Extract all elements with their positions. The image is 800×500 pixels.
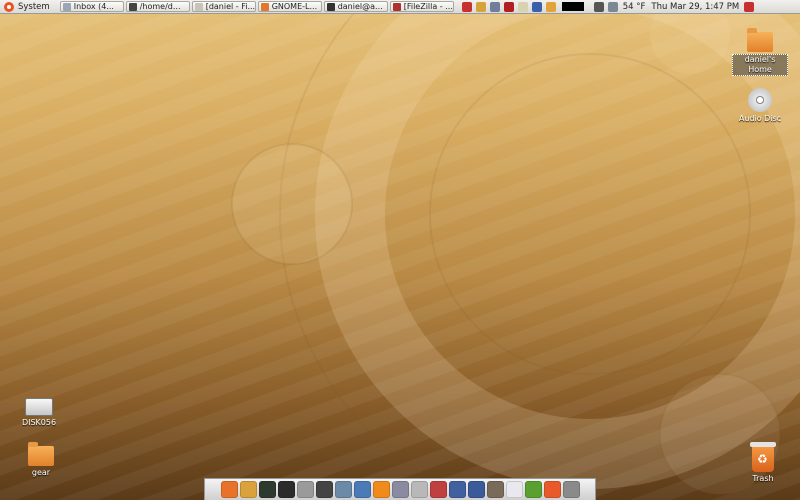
tux-icon[interactable] <box>277 481 295 498</box>
signal-tray-icon[interactable] <box>531 1 542 12</box>
home-folder-label: daniel's Home <box>732 54 788 76</box>
help-icon[interactable] <box>543 481 561 498</box>
file-manager-icon <box>194 2 203 11</box>
desktop-wallpaper <box>0 14 800 500</box>
status-icons <box>592 0 620 14</box>
mail-icon <box>62 2 71 11</box>
gimp-tray-icon[interactable] <box>475 1 486 12</box>
gear-folder-desktop-icon[interactable]: gear <box>13 442 69 478</box>
gimp-icon[interactable] <box>239 481 257 498</box>
trash-icon <box>750 442 776 472</box>
ubuntu-logo-icon <box>4 1 14 12</box>
weather-cloud-tray-icon[interactable] <box>545 1 556 12</box>
gear-folder-icon <box>28 442 54 466</box>
magnifier-tray-icon[interactable] <box>489 1 500 12</box>
top-panel: System Inbox (4... /home/d... [daniel - Fi… <box>0 0 800 14</box>
vlc-icon[interactable] <box>372 481 390 498</box>
audio-disc-icon <box>748 88 772 112</box>
document-icon[interactable] <box>505 481 523 498</box>
network-tray-icon[interactable] <box>607 1 618 12</box>
monitor-icon[interactable] <box>467 481 485 498</box>
power-icon[interactable] <box>744 1 755 12</box>
taskbar-button[interactable]: [FileZilla - ... <box>389 1 454 12</box>
hard-drive-icon <box>25 398 53 416</box>
gimp-wilber-icon[interactable] <box>486 481 504 498</box>
system-menu[interactable]: System <box>0 0 54 14</box>
inkscape-icon[interactable] <box>315 481 333 498</box>
taskbar-button-label: daniel@a... <box>337 2 383 11</box>
trash-label: Trash <box>752 474 774 483</box>
notes-tray-icon[interactable] <box>517 1 528 12</box>
taskbar-button-label: [daniel - Fi... <box>205 2 256 11</box>
battery-tray-icon[interactable] <box>593 1 604 12</box>
taskbar-button-label: GNOME-L... <box>271 2 318 11</box>
disk-label: DISK056 <box>21 418 57 427</box>
application-dock <box>204 478 596 500</box>
firefox-icon[interactable] <box>220 481 238 498</box>
clock-icon[interactable] <box>410 481 428 498</box>
script-icon[interactable] <box>296 481 314 498</box>
disk-desktop-icon[interactable]: DISK056 <box>11 398 67 428</box>
gear-folder-label: gear <box>31 468 51 477</box>
taskbar-button[interactable]: GNOME-L... <box>257 1 322 12</box>
black-applet[interactable] <box>561 2 584 11</box>
home-folder-icon <box>747 28 773 52</box>
notification-area <box>460 0 558 14</box>
globe-icon[interactable] <box>353 481 371 498</box>
taskbar-button[interactable]: /home/d... <box>125 1 190 12</box>
taskbar-button[interactable]: daniel@a... <box>323 1 388 12</box>
ruby-tray-icon[interactable] <box>503 1 514 12</box>
pen-icon[interactable] <box>448 481 466 498</box>
taskbar-button[interactable]: Inbox (4... <box>59 1 124 12</box>
terminal-icon <box>326 2 335 11</box>
filezilla-icon <box>392 2 401 11</box>
settings-icon[interactable] <box>562 481 580 498</box>
system-menu-label: System <box>18 1 50 12</box>
taskbar-button-label: Inbox (4... <box>73 2 114 11</box>
terminal-icon[interactable] <box>258 481 276 498</box>
audio-disc-desktop-icon[interactable]: Audio Disc <box>732 88 788 124</box>
audio-disc-label: Audio Disc <box>738 114 782 123</box>
taskbar-button[interactable]: [daniel - Fi... <box>191 1 256 12</box>
trash-desktop-icon[interactable]: Trash <box>735 442 791 484</box>
network-icon[interactable] <box>334 481 352 498</box>
clock[interactable]: Thu Mar 29, 1:47 PM <box>651 2 739 12</box>
home-folder-desktop-icon[interactable]: daniel's Home <box>732 28 788 76</box>
taskbar-button-label: [FileZilla - ... <box>403 2 453 11</box>
filezilla-tray-icon[interactable] <box>461 1 472 12</box>
audio-icon[interactable] <box>429 481 447 498</box>
browser-icon <box>260 2 269 11</box>
window-list: Inbox (4... /home/d... [daniel - Fi... GNOM… <box>59 0 456 14</box>
weather-readout[interactable]: 54 °F <box>623 2 646 12</box>
taskbar-button-label: /home/d... <box>139 2 181 11</box>
media-icon[interactable] <box>391 481 409 498</box>
folder-icon <box>128 2 137 11</box>
puzzle-icon[interactable] <box>524 481 542 498</box>
